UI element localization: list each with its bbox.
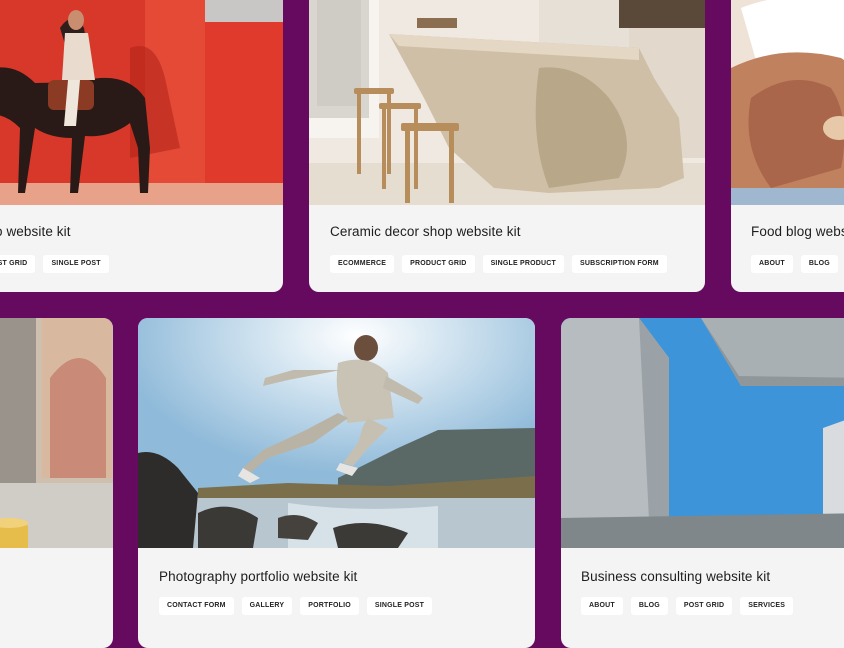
card-1-tags: OST GRID SINGLE POST (0, 255, 109, 273)
card-2-title: Ceramic decor shop website kit (330, 224, 521, 239)
card-1-tag-post-grid[interactable]: OST GRID (0, 255, 36, 273)
card-6-photo (561, 318, 844, 548)
card-1-photo (0, 0, 283, 205)
card-6-tag-about[interactable]: ABOUT (581, 597, 623, 615)
card-5-photo (138, 318, 535, 548)
template-card-5[interactable]: Photography portfolio website kit CONTAC… (138, 318, 535, 648)
card-3-tags: ABOUT BLOG P (751, 255, 844, 273)
card-6-tags: ABOUT BLOG POST GRID SERVICES (581, 597, 794, 615)
card-1-tag-single-post[interactable]: SINGLE POST (43, 255, 109, 273)
card-2-photo (309, 0, 705, 205)
card-5-tag-contact-form[interactable]: CONTACT FORM (159, 597, 234, 615)
card-6-title: Business consulting website kit (581, 569, 771, 584)
template-card-3[interactable]: Food blog webs ABOUT BLOG P (731, 0, 844, 292)
card-6-tag-post-grid[interactable]: POST GRID (675, 597, 733, 615)
card-2-tag-ecommerce[interactable]: ECOMMERCE (330, 255, 395, 273)
template-card-6[interactable]: Business consulting website kit ABOUT BL… (561, 318, 844, 648)
template-card-1[interactable]: o website kit OST GRID SINGLE POST (0, 0, 283, 292)
card-4-photo (0, 318, 113, 548)
card-2-tag-single-product[interactable]: SINGLE PRODUCT (482, 255, 564, 273)
card-1-title: o website kit (0, 224, 71, 239)
card-5-tag-single-post[interactable]: SINGLE POST (366, 597, 433, 615)
card-2-tags: ECOMMERCE PRODUCT GRID SINGLE PRODUCT SU… (330, 255, 667, 273)
card-5-tag-gallery[interactable]: GALLERY (241, 597, 293, 615)
card-2-tag-product-grid[interactable]: PRODUCT GRID (402, 255, 475, 273)
card-5-title: Photography portfolio website kit (159, 569, 358, 584)
card-5-tag-portfolio[interactable]: PORTFOLIO (300, 597, 359, 615)
card-5-tags: CONTACT FORM GALLERY PORTFOLIO SINGLE PO… (159, 597, 433, 615)
card-3-photo (731, 0, 844, 205)
card-6-tag-services[interactable]: SERVICES (740, 597, 794, 615)
card-6-tag-blog[interactable]: BLOG (630, 597, 668, 615)
card-3-title: Food blog webs (751, 224, 844, 239)
card-2-tag-subscription-form[interactable]: SUBSCRIPTION FORM (571, 255, 667, 273)
template-card-4[interactable] (0, 318, 113, 648)
card-3-tag-blog[interactable]: BLOG (800, 255, 838, 273)
template-card-2[interactable]: Ceramic decor shop website kit ECOMMERCE… (309, 0, 705, 292)
card-3-tag-about[interactable]: ABOUT (751, 255, 793, 273)
